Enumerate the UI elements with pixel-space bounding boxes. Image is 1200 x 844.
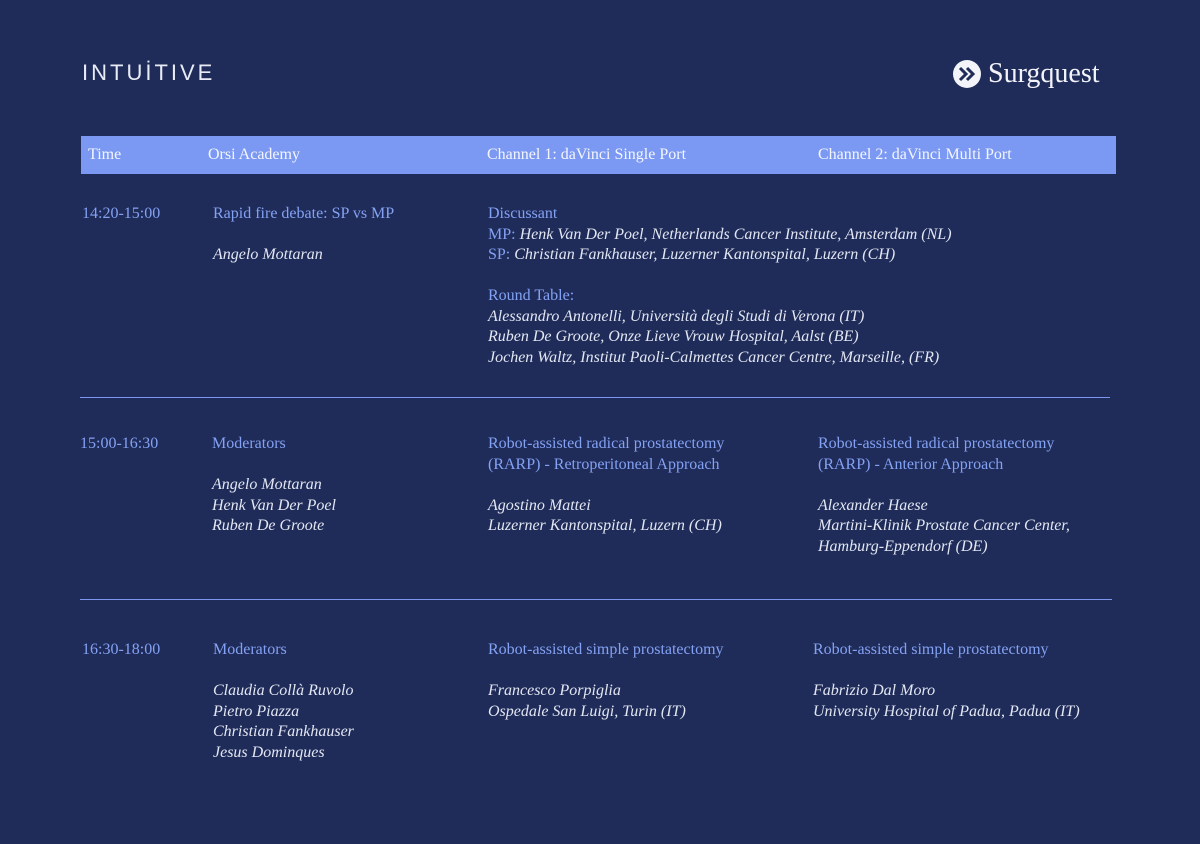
moderator-name: Angelo Mottaran — [212, 476, 322, 493]
row3-academy: Moderators Claudia Collà Ruvolo Pietro P… — [213, 640, 354, 763]
header-academy: Orsi Academy — [208, 146, 300, 163]
row3-moderators-title: Moderators — [213, 641, 287, 658]
row1-academy-person: Angelo Mottaran — [213, 246, 323, 263]
row2-channel1: Robot-assisted radical prostatectomy (RA… — [488, 434, 724, 537]
row2-time: 15:00-16:30 — [80, 435, 159, 452]
row2-channel2: Robot-assisted radical prostatectomy (RA… — [818, 434, 1070, 557]
row3-time: 16:30-18:00 — [82, 641, 161, 658]
row3-channel2: Robot-assisted simple prostatectomy Fabr… — [813, 640, 1080, 722]
ch1-person: Luzerner Kantonspital, Luzern (CH) — [488, 517, 722, 534]
moderator-name: Ruben De Groote — [212, 517, 325, 534]
round-table-item: Alessandro Antonelli, Università degli S… — [488, 307, 865, 325]
ch1-title: Robot-assisted radical prostatectomy — [488, 435, 725, 452]
schedule-header: Time Orsi Academy Channel 1: daVinci Sin… — [81, 136, 1116, 174]
header-channel2: Channel 2: daVinci Multi Port — [818, 146, 1012, 163]
row-divider — [80, 599, 1112, 600]
ch1-title: Robot-assisted simple prostatectomy — [488, 641, 724, 658]
moderator-name: Christian Fankhauser — [213, 723, 354, 740]
mp-label: MP: — [488, 225, 516, 243]
moderator-name: Claudia Collà Ruvolo — [213, 682, 354, 699]
row1-channels: Discussant MP: Henk Van Der Poel, Nether… — [488, 204, 952, 368]
mp-text: Henk Van Der Poel, Netherlands Cancer In… — [519, 225, 952, 243]
ch2-person: Martini-Klinik Prostate Cancer Center, — [818, 517, 1070, 534]
ch2-person: Hamburg-Eppendorf (DE) — [818, 537, 988, 555]
ch2-title: (RARP) - Anterior Approach — [818, 455, 1004, 473]
ch1-person: Francesco Porpiglia — [488, 682, 621, 699]
row-divider — [80, 397, 1110, 398]
row2-academy: Moderators Angelo Mottaran Henk Van Der … — [212, 434, 336, 537]
round-table-item: Jochen Waltz, Institut Paoli-Calmettes C… — [488, 348, 940, 366]
surgquest-logo: Surgquest — [952, 58, 1100, 90]
ch2-person: Alexander Haese — [818, 496, 928, 514]
round-table-item: Ruben De Groote, Onze Lieve Vrouw Hospit… — [488, 328, 859, 345]
row1-academy-title: Rapid fire debate: SP vs MP — [213, 205, 395, 222]
row1-academy: Rapid fire debate: SP vs MP Angelo Motta… — [213, 204, 394, 266]
ch1-person: Ospedale San Luigi, Turin (IT) — [488, 702, 686, 720]
moderator-name: Jesus Dominques — [213, 743, 325, 761]
row3-channel1: Robot-assisted simple prostatectomy Fran… — [488, 640, 724, 722]
ch2-person: University Hospital of Padua, Padua (IT) — [813, 702, 1080, 720]
row2-moderators-title: Moderators — [212, 435, 286, 452]
surgquest-logo-text: Surgquest — [988, 58, 1100, 89]
mp-line: MP: Henk Van Der Poel, Netherlands Cance… — [488, 225, 952, 246]
header-time: Time — [88, 146, 122, 163]
surgquest-chevron-icon — [953, 60, 981, 88]
header-channel1: Channel 1: daVinci Single Port — [487, 146, 687, 163]
moderator-name: Pietro Piazza — [213, 702, 300, 720]
row1-time: 14:20-15:00 — [82, 205, 161, 222]
ch2-title: Robot-assisted radical prostatectomy — [818, 435, 1055, 452]
ch1-title: (RARP) - Retroperitoneal Approach — [488, 455, 720, 473]
sp-label: SP: — [488, 246, 511, 263]
ch2-title: Robot-assisted simple prostatectomy — [813, 641, 1049, 658]
discussant-label: Discussant — [488, 205, 558, 222]
ch2-person: Fabrizio Dal Moro — [813, 682, 936, 699]
round-table-label: Round Table: — [488, 287, 575, 304]
ch1-person: Agostino Mattei — [488, 496, 591, 514]
sp-text: Christian Fankhauser, Luzerner Kantonspi… — [514, 246, 896, 263]
intuitive-logo: INTUİTIVE — [82, 60, 216, 85]
sp-line: SP: Christian Fankhauser, Luzerner Kanto… — [488, 245, 952, 266]
moderator-name: Henk Van Der Poel — [212, 496, 336, 514]
